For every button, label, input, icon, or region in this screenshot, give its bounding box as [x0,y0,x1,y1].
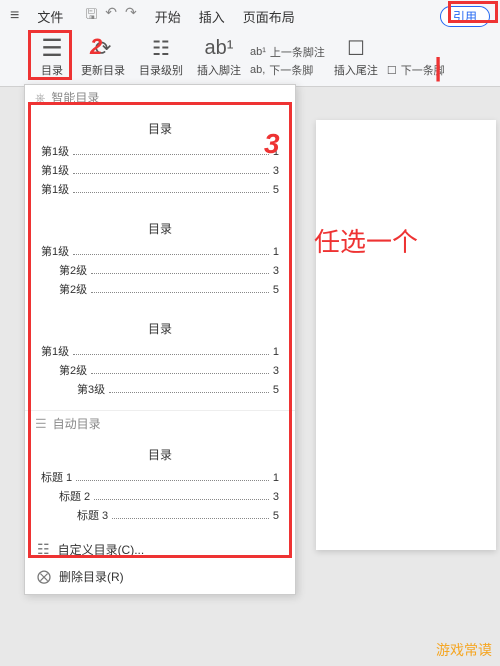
toc-auto-sample[interactable]: 目录 标题 11 标题 23 标题 35 [25,436,295,536]
toc-sample-3[interactable]: 目录 第1级1 第2级3 第3级5 [25,310,295,410]
auto-icon: ☰ [35,416,47,432]
footnote-nav-group: ab¹上一条脚注 ab,下一条脚 [250,44,325,78]
watermark: 游戏常谟 [436,640,492,660]
tab-start[interactable]: 开始 [155,7,181,26]
custom-toc-label: 自定义目录(C)... [58,541,145,558]
insert-footnote-button[interactable]: ab¹ 插入脚注 [192,36,246,78]
annotation-choose-one: 任选一个 [314,222,418,259]
toc-line: 第1级1 [41,143,279,159]
annotation-mark: | [434,52,441,83]
toc-sample-title: 目录 [41,446,279,463]
tab-pagelayout[interactable]: 页面布局 [243,7,295,26]
toc-button[interactable]: ☰ 目录 [32,36,72,78]
quick-access: 🖫 ↶ ↷ [85,4,136,28]
toc-line: 标题 23 [41,488,279,504]
remove-toc-item[interactable]: ⨂ 删除目录(R) [25,563,295,590]
insert-endnote-button[interactable]: ☐ 插入尾注 [329,36,383,78]
insert-endnote-label: 插入尾注 [334,62,378,78]
insert-footnote-label: 插入脚注 [197,62,241,78]
menubar: ≡ 文件 🖫 ↶ ↷ 开始 插入 页面布局 引用 [0,0,500,32]
toc-dropdown: ⎈ 智能目录 目录 第1级1 第1级3 第1级5 目录 第1级1 第2级3 第2级5 目… [24,84,296,595]
toc-level-button[interactable]: ☷ 目录级别 [134,36,188,78]
prev-footnote-button[interactable]: ab¹上一条脚注 [250,44,325,60]
document-page [316,120,496,550]
section-auto-label: 自动目录 [53,415,101,432]
section-smart-toc: ⎈ 智能目录 [25,85,295,110]
toc-line: 第2级5 [41,281,279,297]
toc-line: 第2级3 [41,362,279,378]
save-icon[interactable]: 🖫 [85,4,97,28]
ribbon: ☰ 目录 ⟳ 更新目录 ☷ 目录级别 ab¹ 插入脚注 ab¹上一条脚注 ab,… [0,32,500,87]
undo-icon[interactable]: ↶ [105,4,117,28]
custom-toc-item[interactable]: ☷ 自定义目录(C)... [25,536,295,563]
update-toc-button[interactable]: ⟳ 更新目录 [76,36,130,78]
toc-sample-2[interactable]: 目录 第1级1 第2级3 第2级5 [25,210,295,310]
toc-label: 目录 [41,62,63,78]
toc-level-label: 目录级别 [139,62,183,78]
toc-line: 第2级3 [41,262,279,278]
toc-line: 标题 11 [41,469,279,485]
toc-sample-title: 目录 [41,120,279,137]
footnote-icon: ab¹ [205,36,234,60]
smart-icon: ⎈ [35,90,45,106]
tab-references[interactable]: 引用 [440,6,490,27]
update-toc-label: 更新目录 [81,62,125,78]
toc-line: 第1级3 [41,162,279,178]
annotation-step2: 2 [90,34,102,60]
toc-sample-1[interactable]: 目录 第1级1 第1级3 第1级5 [25,110,295,210]
hamburger-icon[interactable]: ≡ [10,7,19,25]
section-smart-label: 智能目录 [51,89,99,106]
remove-toc-label: 删除目录(R) [59,568,124,585]
toc-icon: ☰ [41,36,63,60]
menu-file[interactable]: 文件 [37,7,63,26]
annotation-step3: 3 [264,128,280,160]
list-icon: ☷ [152,36,170,60]
toc-line: 第1级1 [41,343,279,359]
tab-insert[interactable]: 插入 [199,7,225,26]
custom-icon: ☷ [37,541,50,558]
redo-icon[interactable]: ↷ [125,4,137,28]
toc-sample-title: 目录 [41,320,279,337]
toc-line: 第1级1 [41,243,279,259]
remove-icon: ⨂ [37,568,51,585]
next-footnote-button-a[interactable]: ab,下一条脚 [250,62,325,78]
toc-sample-title: 目录 [41,220,279,237]
endnote-icon: ☐ [347,36,365,60]
toc-line: 第3级5 [41,381,279,397]
section-auto-toc: ☰ 自动目录 [25,410,295,436]
toc-line: 第1级5 [41,181,279,197]
toc-line: 标题 35 [41,507,279,523]
